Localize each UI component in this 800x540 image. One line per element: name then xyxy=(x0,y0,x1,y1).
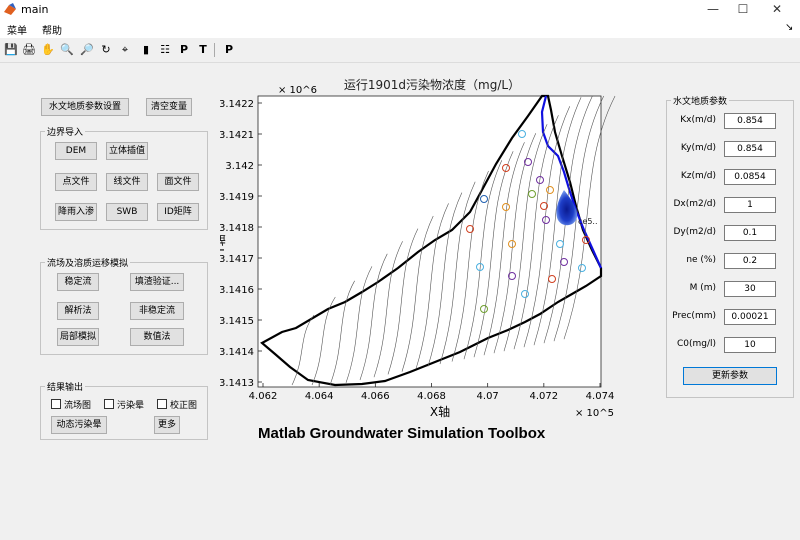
y-tick-label: 3.1415 xyxy=(220,316,254,327)
footer-title: Matlab Groundwater Simulation Toolbox xyxy=(258,425,546,442)
title-bar: main — ☐ ✕ xyxy=(0,0,800,20)
zoom-out-icon[interactable]: 🔎 xyxy=(79,42,95,58)
y-axis-label: Y轴 xyxy=(220,234,227,254)
y-tick-label: 3.1417 xyxy=(220,254,254,265)
x-tick-label: 4.074 xyxy=(586,391,615,402)
more-button[interactable]: 更多 xyxy=(154,416,180,434)
axes xyxy=(257,95,602,388)
local-sim-button[interactable]: 局部模拟 xyxy=(57,328,99,346)
unsteady-flow-button[interactable]: 非稳定流 xyxy=(130,302,184,320)
param-input-8[interactable]: 10 xyxy=(724,337,776,353)
param-input-3[interactable]: 1 xyxy=(724,197,776,213)
param-input-1[interactable]: 0.854 xyxy=(724,141,776,157)
close-button[interactable]: ✕ xyxy=(754,0,800,20)
plot-area xyxy=(257,95,602,388)
param-label-5: ne (%) xyxy=(686,255,716,265)
param-label-4: Dy(m2/d) xyxy=(673,227,716,237)
print-icon[interactable]: 🖨 xyxy=(21,42,37,58)
legend-icon[interactable]: ☷ xyxy=(157,42,173,58)
x-tick-label: 4.062 xyxy=(249,391,278,402)
y-exponent: × 10^6 xyxy=(278,85,317,96)
calibration-label: 校正图 xyxy=(170,401,198,411)
y-tick-label: 3.1419 xyxy=(220,192,254,203)
interp-button[interactable]: 立体插值 xyxy=(106,142,148,160)
plume-label: 污染晕 xyxy=(117,401,145,411)
boundary-panel-title: 边界导入 xyxy=(45,125,86,138)
steady-flow-button[interactable]: 稳定流 xyxy=(57,273,99,291)
x-tick-label: 4.068 xyxy=(417,391,446,402)
x-tick-label: 4.066 xyxy=(361,391,390,402)
param-label-0: Kx(m/d) xyxy=(680,115,716,125)
param-input-5[interactable]: 0.2 xyxy=(724,253,776,269)
menu-item-menu[interactable]: 菜单 xyxy=(7,22,27,37)
datacursor-icon[interactable]: ⌖ xyxy=(117,42,133,58)
flow-panel-title: 流场及溶质运移模拟 xyxy=(45,256,131,269)
colorbar-icon[interactable]: ▮ xyxy=(138,42,154,58)
param-label-6: M (m) xyxy=(689,283,716,293)
save-icon[interactable]: 💾 xyxy=(3,42,19,58)
p2-icon[interactable]: P xyxy=(221,42,237,58)
plume-checkbox[interactable] xyxy=(104,399,114,409)
id-matrix-button[interactable]: ID矩阵 xyxy=(157,203,199,221)
zoom-in-icon[interactable]: 🔍 xyxy=(59,42,75,58)
y-tick-label: 3.1416 xyxy=(220,285,254,296)
x-tick-label: 4.072 xyxy=(530,391,559,402)
param-input-6[interactable]: 30 xyxy=(724,281,776,297)
output-panel-title: 结果输出 xyxy=(45,380,86,393)
flowfield-label: 流场图 xyxy=(64,401,92,411)
animate-plume-button[interactable]: 动态污染晕 xyxy=(51,416,107,434)
matlab-icon xyxy=(4,3,16,15)
toolbar-separator xyxy=(214,43,215,57)
point-file-button[interactable]: 点文件 xyxy=(55,173,97,191)
x-tick-label: 4.064 xyxy=(305,391,334,402)
y-tick-label: 3.1422 xyxy=(220,99,254,110)
param-input-7[interactable]: 0.00021 xyxy=(724,309,776,325)
x-tick-label: 4.07 xyxy=(477,391,499,402)
y-tick-label: 3.142 xyxy=(225,161,254,172)
chart-title: 运行1901d污染物浓度（mg/L） xyxy=(344,77,520,92)
area-file-button[interactable]: 面文件 xyxy=(157,173,199,191)
toolbar: 💾 🖨 ✋ 🔍 🔎 ↻ ⌖ ▮ ☷ P T P xyxy=(0,40,800,63)
x-exponent: × 10^5 xyxy=(575,408,614,419)
param-label-8: C0(mg/l) xyxy=(676,339,716,349)
params-panel-title: 水文地质参数 xyxy=(671,94,730,107)
param-input-0[interactable]: 0.854 xyxy=(724,113,776,129)
swb-button[interactable]: SWB xyxy=(106,203,148,221)
rotate-icon[interactable]: ↻ xyxy=(98,42,114,58)
pan-icon[interactable]: ✋ xyxy=(40,42,56,58)
y-tick-label: 3.1418 xyxy=(220,223,254,234)
y-tick-label: 3.1413 xyxy=(220,378,254,389)
menu-bar: 菜单 帮助 ↘ xyxy=(0,20,800,38)
hydro-params-button[interactable]: 水文地质参数设置 xyxy=(41,98,129,116)
fill-verify-button[interactable]: 填渣验证... xyxy=(130,273,184,291)
line-file-button[interactable]: 线文件 xyxy=(106,173,148,191)
param-input-2[interactable]: 0.0854 xyxy=(724,169,776,185)
param-label-1: Ky(m/d) xyxy=(680,143,716,153)
param-input-4[interactable]: 0.1 xyxy=(724,225,776,241)
param-label-3: Dx(m2/d) xyxy=(673,199,716,209)
update-params-button[interactable]: 更新参数 xyxy=(683,367,777,385)
y-tick-label: 3.1421 xyxy=(220,130,254,141)
chart: 运行1901d污染物浓度（mg/L） ce5.. 4.062 4.064 4.066… xyxy=(220,77,616,419)
plume-label: ce5.. xyxy=(578,217,598,226)
rain-infiltration-button[interactable]: 降雨入渗 xyxy=(55,203,97,221)
param-label-7: Prec(mm) xyxy=(672,311,716,321)
y-tick-label: 3.1414 xyxy=(220,347,254,358)
window-title: main xyxy=(21,3,49,16)
calibration-checkbox[interactable] xyxy=(157,399,167,409)
analytic-button[interactable]: 解析法 xyxy=(57,302,99,320)
clear-vars-button[interactable]: 清空变量 xyxy=(146,98,192,116)
menu-item-help[interactable]: 帮助 xyxy=(42,22,62,37)
param-label-2: Kz(m/d) xyxy=(680,171,716,181)
numeric-button[interactable]: 数值法 xyxy=(130,328,184,346)
x-axis-label: X轴 xyxy=(430,404,450,419)
flowfield-checkbox[interactable] xyxy=(51,399,61,409)
dock-arrow-icon[interactable]: ↘ xyxy=(785,22,793,33)
dem-button[interactable]: DEM xyxy=(55,142,97,160)
p-icon[interactable]: P xyxy=(176,42,192,58)
t-icon[interactable]: T xyxy=(195,42,211,58)
